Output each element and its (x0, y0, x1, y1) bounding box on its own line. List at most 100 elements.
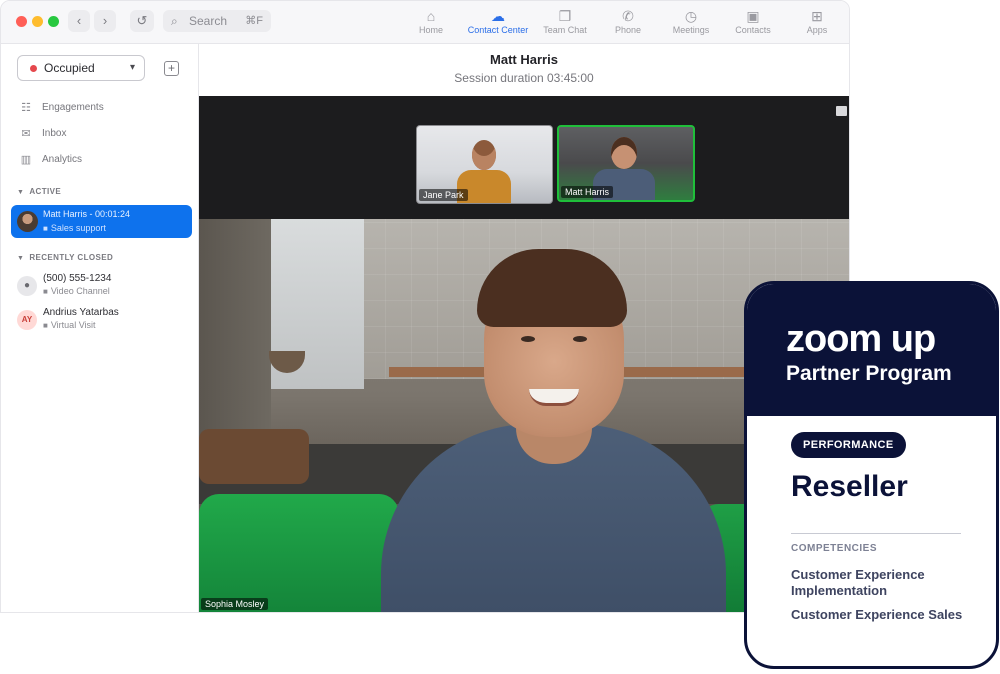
tab-label: Contact Center (467, 25, 529, 35)
search-icon: ⌕ (171, 14, 178, 28)
active-engagement-item[interactable]: Matt Harris - 00:01:24 ■ Sales support (11, 205, 192, 238)
participant-tile-matt[interactable]: Matt Harris (557, 125, 695, 202)
participant-figure-head (472, 140, 496, 170)
sidebar-item-label: Analytics (42, 154, 83, 165)
video-background (199, 429, 309, 484)
list-item[interactable]: ● (500) 555-1234 ■ Video Channel (17, 273, 192, 303)
engagement-title: Matt Harris - 00:01:24 (43, 209, 131, 219)
avatar: AY (17, 310, 37, 330)
participant-strip: Jane Park Matt Harris (199, 96, 849, 219)
closed-item-channel-label: Video Channel (50, 286, 110, 296)
closed-item-channel: ■ Video Channel (43, 286, 110, 296)
tab-label: Team Chat (543, 25, 587, 35)
tab-meetings[interactable]: ◷ Meetings (657, 7, 725, 35)
category-pill: PERFORMANCE (791, 432, 906, 458)
contact-center-icon: ☁ (491, 8, 505, 24)
minimize-window-button[interactable] (32, 16, 43, 27)
sidebar-item-engagements[interactable]: ☷ Engagements (19, 99, 189, 117)
back-button[interactable]: ‹ (68, 10, 90, 32)
participant-figure-head (611, 137, 637, 169)
session-header: Matt Harris Session duration 03:45:00 (199, 44, 849, 96)
tab-apps[interactable]: ⊞ Apps (783, 7, 849, 35)
search-shortcut: ⌘F (245, 15, 263, 27)
section-label: ACTIVE (29, 187, 62, 196)
tab-label: Apps (806, 25, 828, 35)
competency-item: Customer Experience Sales (791, 607, 963, 622)
session-duration: Session duration 03:45:00 (454, 71, 594, 85)
engagement-contact-name: Matt Harris (43, 209, 88, 219)
status-dot (30, 65, 37, 72)
search-input[interactable]: ⌕ Search ⌘F (163, 10, 271, 32)
active-section-header[interactable]: ▼ ACTIVE (17, 187, 61, 196)
tab-label: Meetings (672, 25, 710, 35)
sidebar: Occupied ▾ + ☷ Engagements ✉ Inbox ▥ Ana… (1, 44, 199, 612)
partner-tier: Reseller (791, 470, 908, 503)
tab-label: Contacts (735, 25, 771, 35)
participant-tile-jane[interactable]: Jane Park (416, 125, 553, 204)
inbox-icon: ✉ (21, 128, 31, 140)
analytics-icon: ▥ (20, 154, 32, 166)
closed-item-title: Andrius Yatarbas (43, 307, 119, 318)
program-name: Partner Program (786, 362, 952, 385)
badge-header: zoom up Partner Program (747, 284, 996, 416)
phone-icon: ✆ (622, 8, 634, 24)
engagements-icon: ☷ (21, 102, 31, 114)
video-camera-icon: ■ (43, 224, 48, 233)
competency-item: Customer Experience Implementation (791, 567, 925, 598)
list-item[interactable]: AY Andrius Yatarbas ■ Virtual Visit (17, 307, 192, 337)
speaker-figure (521, 336, 535, 342)
title-bar: ‹ › ↺ ⌕ Search ⌘F ⌂ Home ☁ Contact Cente… (1, 1, 849, 44)
plus-icon: + (167, 61, 175, 75)
participant-name: Matt Harris (561, 186, 614, 198)
section-label: RECENTLY CLOSED (29, 253, 114, 262)
closed-item-title: (500) 555-1234 (43, 273, 112, 284)
apps-icon: ⊞ (811, 8, 823, 24)
sidebar-item-label: Inbox (42, 128, 67, 139)
video-camera-icon: ■ (43, 321, 48, 330)
history-icon: ↺ (136, 13, 148, 28)
chevron-right-icon: › (102, 13, 108, 28)
person-icon: ● (17, 276, 37, 296)
meetings-icon: ◷ (684, 8, 698, 24)
tab-label: Home (418, 25, 443, 35)
tab-contact-center[interactable]: ☁ Contact Center (464, 7, 532, 35)
maximize-window-button[interactable] (48, 16, 59, 27)
add-button[interactable]: + (164, 61, 179, 76)
sidebar-item-inbox[interactable]: ✉ Inbox (19, 125, 189, 143)
video-background (199, 494, 399, 612)
app-window: ‹ › ↺ ⌕ Search ⌘F ⌂ Home ☁ Contact Cente… (0, 0, 850, 613)
session-title: Matt Harris (490, 52, 558, 67)
engagement-channel-label: Sales support (50, 223, 106, 233)
tab-contacts[interactable]: ▣ Contacts (719, 7, 787, 35)
recently-closed-section-header[interactable]: ▼ RECENTLY CLOSED (17, 253, 113, 262)
speaker-name: Sophia Mosley (201, 598, 269, 610)
tab-phone[interactable]: ✆ Phone (594, 7, 662, 35)
team-chat-icon: ❐ (558, 8, 572, 24)
closed-item-channel-label: Virtual Visit (50, 320, 96, 330)
engagement-channel: ■ Sales support (43, 223, 106, 233)
home-icon: ⌂ (426, 8, 436, 24)
chevron-left-icon: ‹ (76, 13, 82, 28)
sidebar-item-analytics[interactable]: ▥ Analytics (19, 151, 189, 169)
contacts-icon: ▣ (746, 8, 760, 24)
forward-button[interactable]: › (94, 10, 116, 32)
search-placeholder: Search (189, 14, 228, 28)
closed-item-channel: ■ Virtual Visit (43, 320, 96, 330)
history-button[interactable]: ↺ (130, 10, 154, 32)
gallery-view-icon[interactable] (836, 106, 847, 116)
zoom-up-logo: zoom up (786, 318, 936, 360)
caret-down-icon: ▼ (17, 189, 25, 196)
partner-badge: zoom up Partner Program PERFORMANCE Rese… (744, 281, 999, 669)
tab-label: Phone (614, 25, 642, 35)
status-label: Occupied (44, 61, 95, 75)
competencies-label: COMPETENCIES (791, 543, 878, 554)
avatar (17, 211, 38, 232)
status-dropdown[interactable]: Occupied ▾ (17, 55, 145, 81)
speaker-figure (573, 336, 587, 342)
divider (791, 533, 961, 534)
tab-home[interactable]: ⌂ Home (397, 7, 465, 35)
engagement-timer: 00:01:24 (95, 209, 131, 219)
sidebar-item-label: Engagements (42, 102, 104, 113)
close-window-button[interactable] (16, 16, 27, 27)
tab-team-chat[interactable]: ❐ Team Chat (531, 7, 599, 35)
